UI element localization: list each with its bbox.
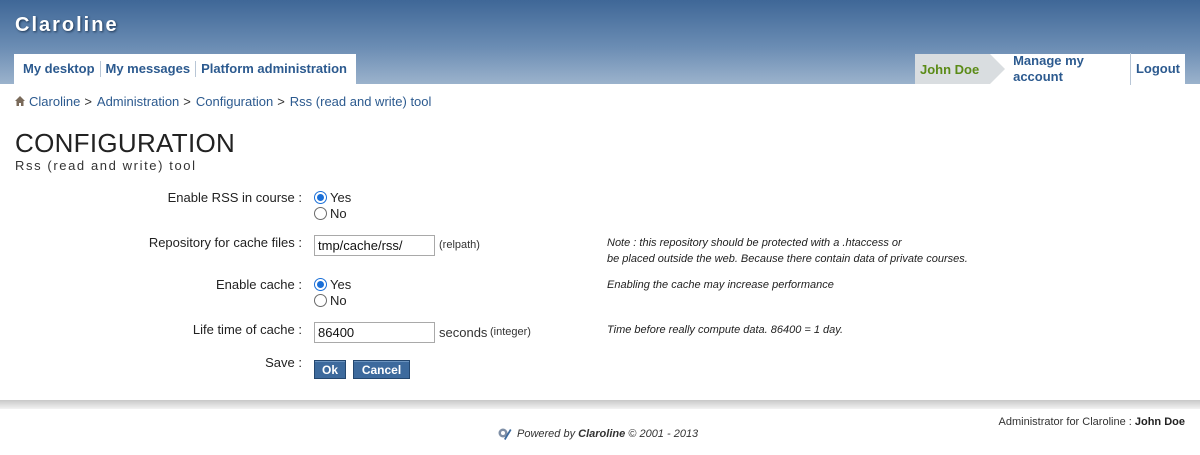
powered-suffix: © 2001 - 2013 (628, 428, 699, 440)
footer-divider (0, 400, 1200, 409)
current-user-name: John Doe (920, 61, 980, 77)
powered-brand[interactable]: Claroline (578, 428, 625, 440)
page-subtitle: Rss (read and write) tool (15, 158, 197, 173)
enable-cache-label: Enable cache : (215, 277, 302, 292)
cache-repo-note-line1: Note : this repository should be protect… (607, 237, 902, 249)
enable-rss-yes-option[interactable]: Yes (314, 190, 351, 205)
claroline-logo-icon (498, 428, 512, 440)
powered-prefix: Powered by (517, 428, 576, 440)
powered-by: Powered by Claroline © 2001 - 2013 (498, 427, 698, 441)
main-navigation: My desktop My messages Platform administ… (14, 54, 356, 84)
user-arrow-decoration (990, 54, 1006, 84)
enable-rss-label: Enable RSS in course : (167, 190, 302, 205)
page-title: CONFIGURATION (15, 128, 236, 158)
nav-my-desktop[interactable]: My desktop (18, 61, 101, 77)
enable-cache-yes-option[interactable]: Yes (314, 277, 351, 292)
top-banner: Claroline My desktop My messages Platfor… (0, 0, 1200, 85)
nav-manage-account[interactable]: Manage my account (1008, 53, 1131, 85)
enable-cache-note: Enabling the cache may increase performa… (607, 279, 834, 291)
breadcrumb-claroline[interactable]: Claroline (29, 94, 80, 109)
cache-lifetime-note: Time before really compute data. 86400 =… (607, 324, 844, 336)
breadcrumb-administration[interactable]: Administration (97, 94, 179, 109)
cache-lifetime-input[interactable] (314, 322, 435, 343)
footer-admin-label: Administrator for Claroline : (998, 416, 1132, 428)
footer-admin-name[interactable]: John Doe (1135, 416, 1185, 428)
cache-lifetime-hint: (integer) (490, 326, 531, 338)
cancel-button[interactable]: Cancel (353, 360, 410, 379)
breadcrumb: Claroline > Administration > Configurati… (15, 94, 431, 109)
cache-repo-input[interactable] (314, 235, 435, 256)
enable-rss-no-label[interactable]: No (330, 206, 347, 221)
footer-administrator: Administrator for Claroline : John Doe (999, 416, 1185, 428)
nav-logout[interactable]: Logout (1131, 61, 1185, 77)
nav-my-messages[interactable]: My messages (101, 61, 197, 77)
cache-repo-note: Note : this repository should be protect… (607, 235, 968, 267)
breadcrumb-separator: > (84, 94, 92, 109)
enable-rss-no-option[interactable]: No (314, 206, 347, 221)
cache-lifetime-label: Life time of cache : (192, 322, 302, 337)
nav-platform-administration[interactable]: Platform administration (196, 61, 352, 77)
enable-cache-no-label[interactable]: No (330, 293, 347, 308)
enable-rss-yes-radio[interactable] (314, 191, 327, 204)
breadcrumb-separator: > (277, 94, 285, 109)
enable-rss-no-radio[interactable] (314, 207, 327, 220)
brand-title[interactable]: Claroline (15, 14, 119, 37)
user-navigation: John Doe Manage my account Logout (915, 53, 1185, 85)
ok-button[interactable]: Ok (314, 360, 346, 379)
current-user: John Doe (915, 54, 1006, 84)
breadcrumb-configuration[interactable]: Configuration (196, 94, 273, 109)
cache-repo-hint: (relpath) (439, 239, 480, 251)
home-icon (15, 95, 25, 106)
enable-cache-yes-label[interactable]: Yes (330, 277, 351, 292)
enable-cache-yes-radio[interactable] (314, 278, 327, 291)
breadcrumb-rss-tool[interactable]: Rss (read and write) tool (290, 94, 432, 109)
enable-cache-no-option[interactable]: No (314, 293, 347, 308)
cache-repo-note-line2: be placed outside the web. Because there… (607, 253, 968, 265)
enable-cache-no-radio[interactable] (314, 294, 327, 307)
account-links: Manage my account Logout (990, 53, 1185, 85)
breadcrumb-separator: > (183, 94, 191, 109)
cache-lifetime-unit: seconds (439, 325, 488, 340)
enable-rss-yes-label[interactable]: Yes (330, 190, 351, 205)
save-label: Save : (265, 355, 302, 370)
cache-repo-label: Repository for cache files : (148, 235, 302, 250)
